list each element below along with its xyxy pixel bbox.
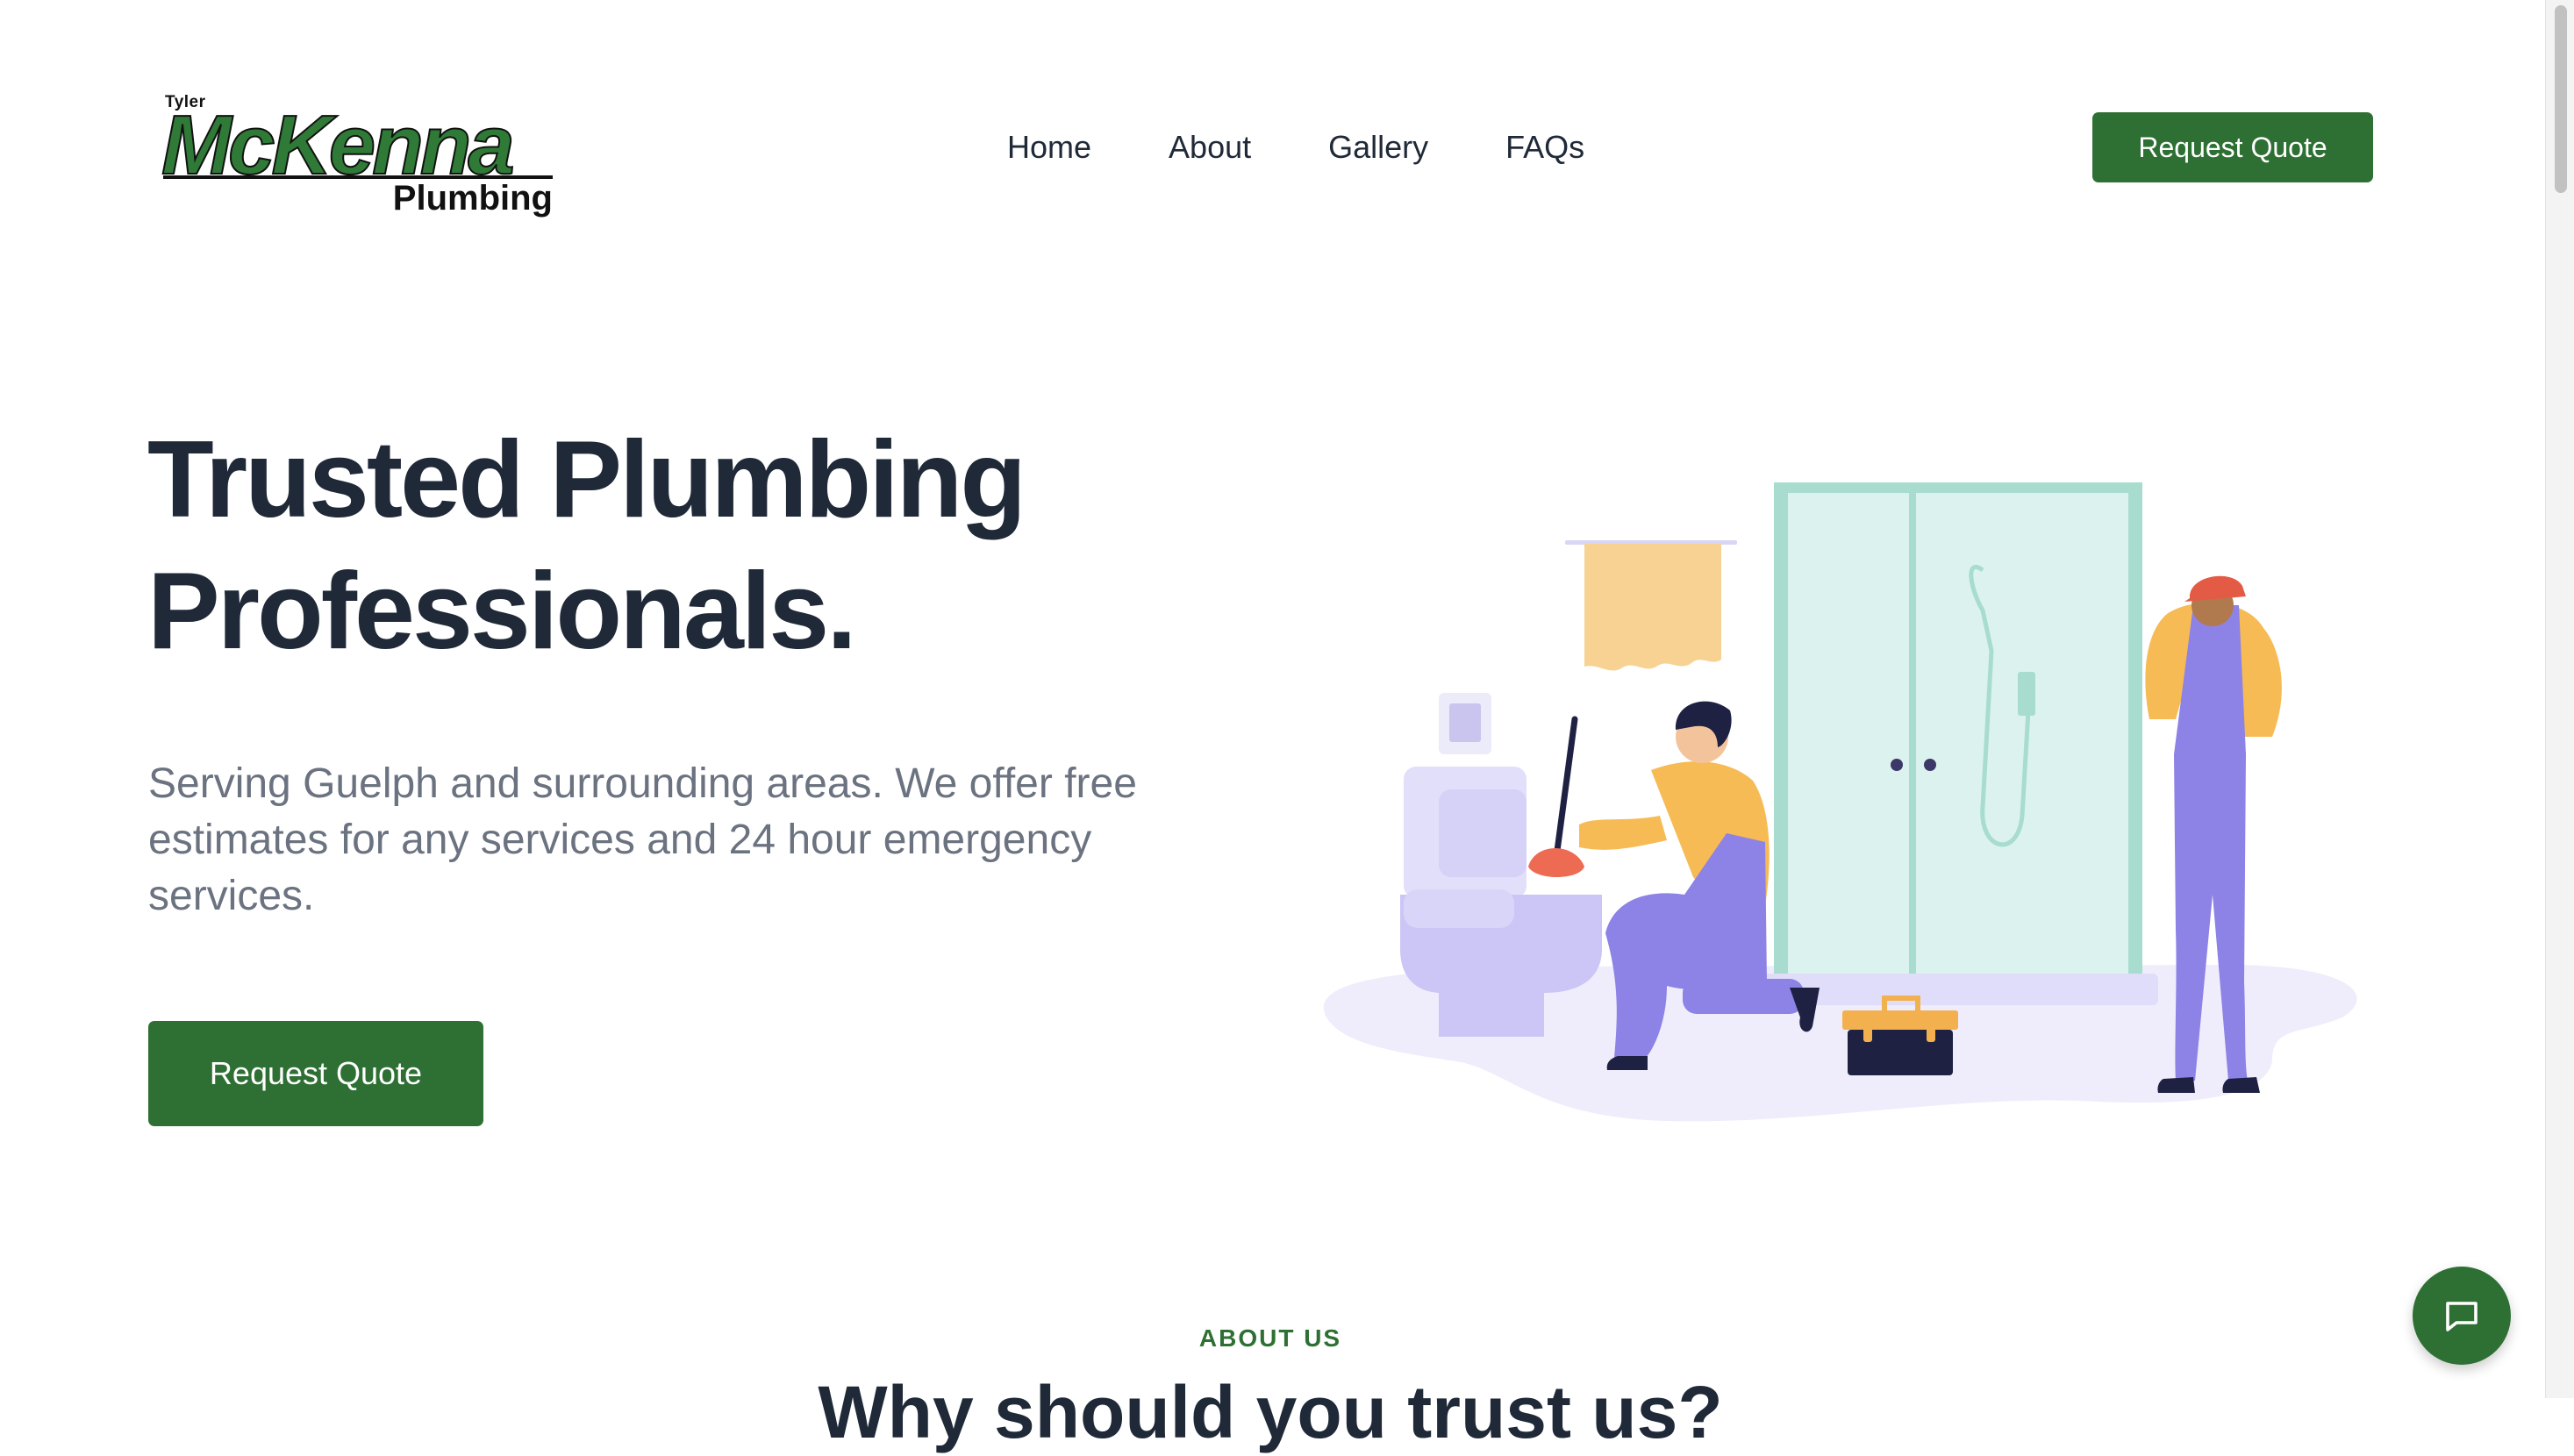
- header-request-quote-button[interactable]: Request Quote: [2092, 112, 2373, 182]
- nav-faqs[interactable]: FAQs: [1505, 125, 1584, 170]
- nav-about[interactable]: About: [1169, 125, 1251, 170]
- chat-bubble-icon: [2446, 1302, 2477, 1331]
- scrollbar-thumb[interactable]: [2555, 5, 2567, 193]
- about-section-heading: Why should you trust us?: [818, 1371, 1723, 1453]
- page-scrollbar[interactable]: [2545, 0, 2574, 1398]
- plumbers-illustration: [1323, 482, 2357, 1122]
- hero-title: Trusted Plumbing Professionals.: [147, 414, 1026, 677]
- nav-gallery[interactable]: Gallery: [1328, 125, 1428, 170]
- logo-plumbing-text: Plumbing: [392, 179, 553, 218]
- main-nav: Home About Gallery FAQs: [1007, 125, 1584, 170]
- hero-request-quote-button[interactable]: Request Quote: [148, 1021, 483, 1126]
- hero-title-line-2: Professionals.: [147, 551, 857, 672]
- hero-subtitle: Serving Guelph and surrounding areas. We…: [148, 760, 1137, 919]
- about-section-label: ABOUT US: [1198, 1324, 1342, 1352]
- brand-logo[interactable]: Tyler McKenna Plumbing: [161, 91, 556, 223]
- hero-title-line-1: Trusted Plumbing: [147, 419, 1026, 540]
- chat-button[interactable]: [2413, 1267, 2511, 1365]
- nav-home[interactable]: Home: [1007, 125, 1091, 170]
